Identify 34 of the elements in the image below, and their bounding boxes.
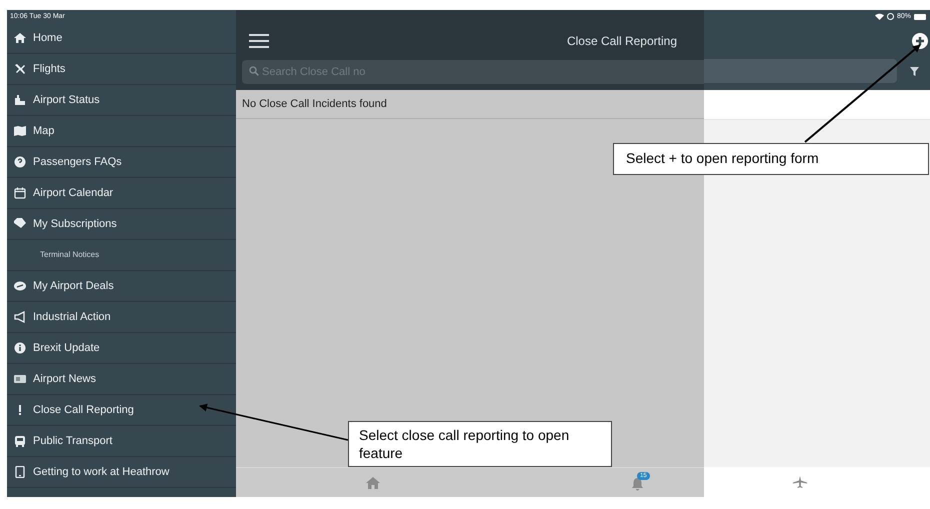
map-icon	[14, 125, 26, 137]
menu-item[interactable]: Public Transport	[7, 426, 236, 457]
newspaper-icon	[14, 373, 26, 385]
filter-icon[interactable]	[910, 66, 919, 76]
info-icon	[14, 342, 26, 354]
question-icon	[14, 156, 26, 168]
calendar-icon	[14, 187, 26, 199]
menu-item[interactable]: Passengers FAQs	[7, 147, 236, 178]
home-icon[interactable]	[366, 476, 380, 488]
battery-icon	[914, 14, 927, 20]
menu-item[interactable]: My Airport Deals	[7, 271, 236, 302]
search-icon	[249, 66, 259, 76]
airplane-icon	[14, 63, 26, 75]
menu-icon[interactable]	[249, 34, 269, 48]
megaphone-icon	[14, 311, 26, 323]
menu-item[interactable]: Map	[7, 116, 236, 147]
add-icon[interactable]	[912, 33, 928, 49]
page-title: Close Call Reporting	[566, 33, 677, 50]
wifi-icon	[874, 13, 884, 20]
empty-message: No Close Call Incidents found	[242, 96, 387, 112]
bus-icon	[14, 435, 26, 447]
search-field[interactable]	[704, 59, 897, 83]
bell-icon[interactable]	[631, 478, 644, 490]
callout-text: Select + to open reporting form	[626, 150, 819, 168]
menu-item[interactable]: Airport Status	[7, 85, 236, 116]
menu-item[interactable]: My Subscriptions	[7, 209, 236, 240]
phone-icon	[14, 466, 26, 478]
menu-item[interactable]: Home	[7, 23, 236, 54]
menu-item[interactable]: Brexit Update	[7, 333, 236, 364]
home-icon	[14, 32, 26, 44]
building-icon	[14, 94, 26, 106]
callout-text: Select close call reporting to open feature	[359, 426, 570, 462]
airplane-icon[interactable]	[793, 476, 807, 488]
menu-item[interactable]: Airport News	[7, 364, 236, 395]
